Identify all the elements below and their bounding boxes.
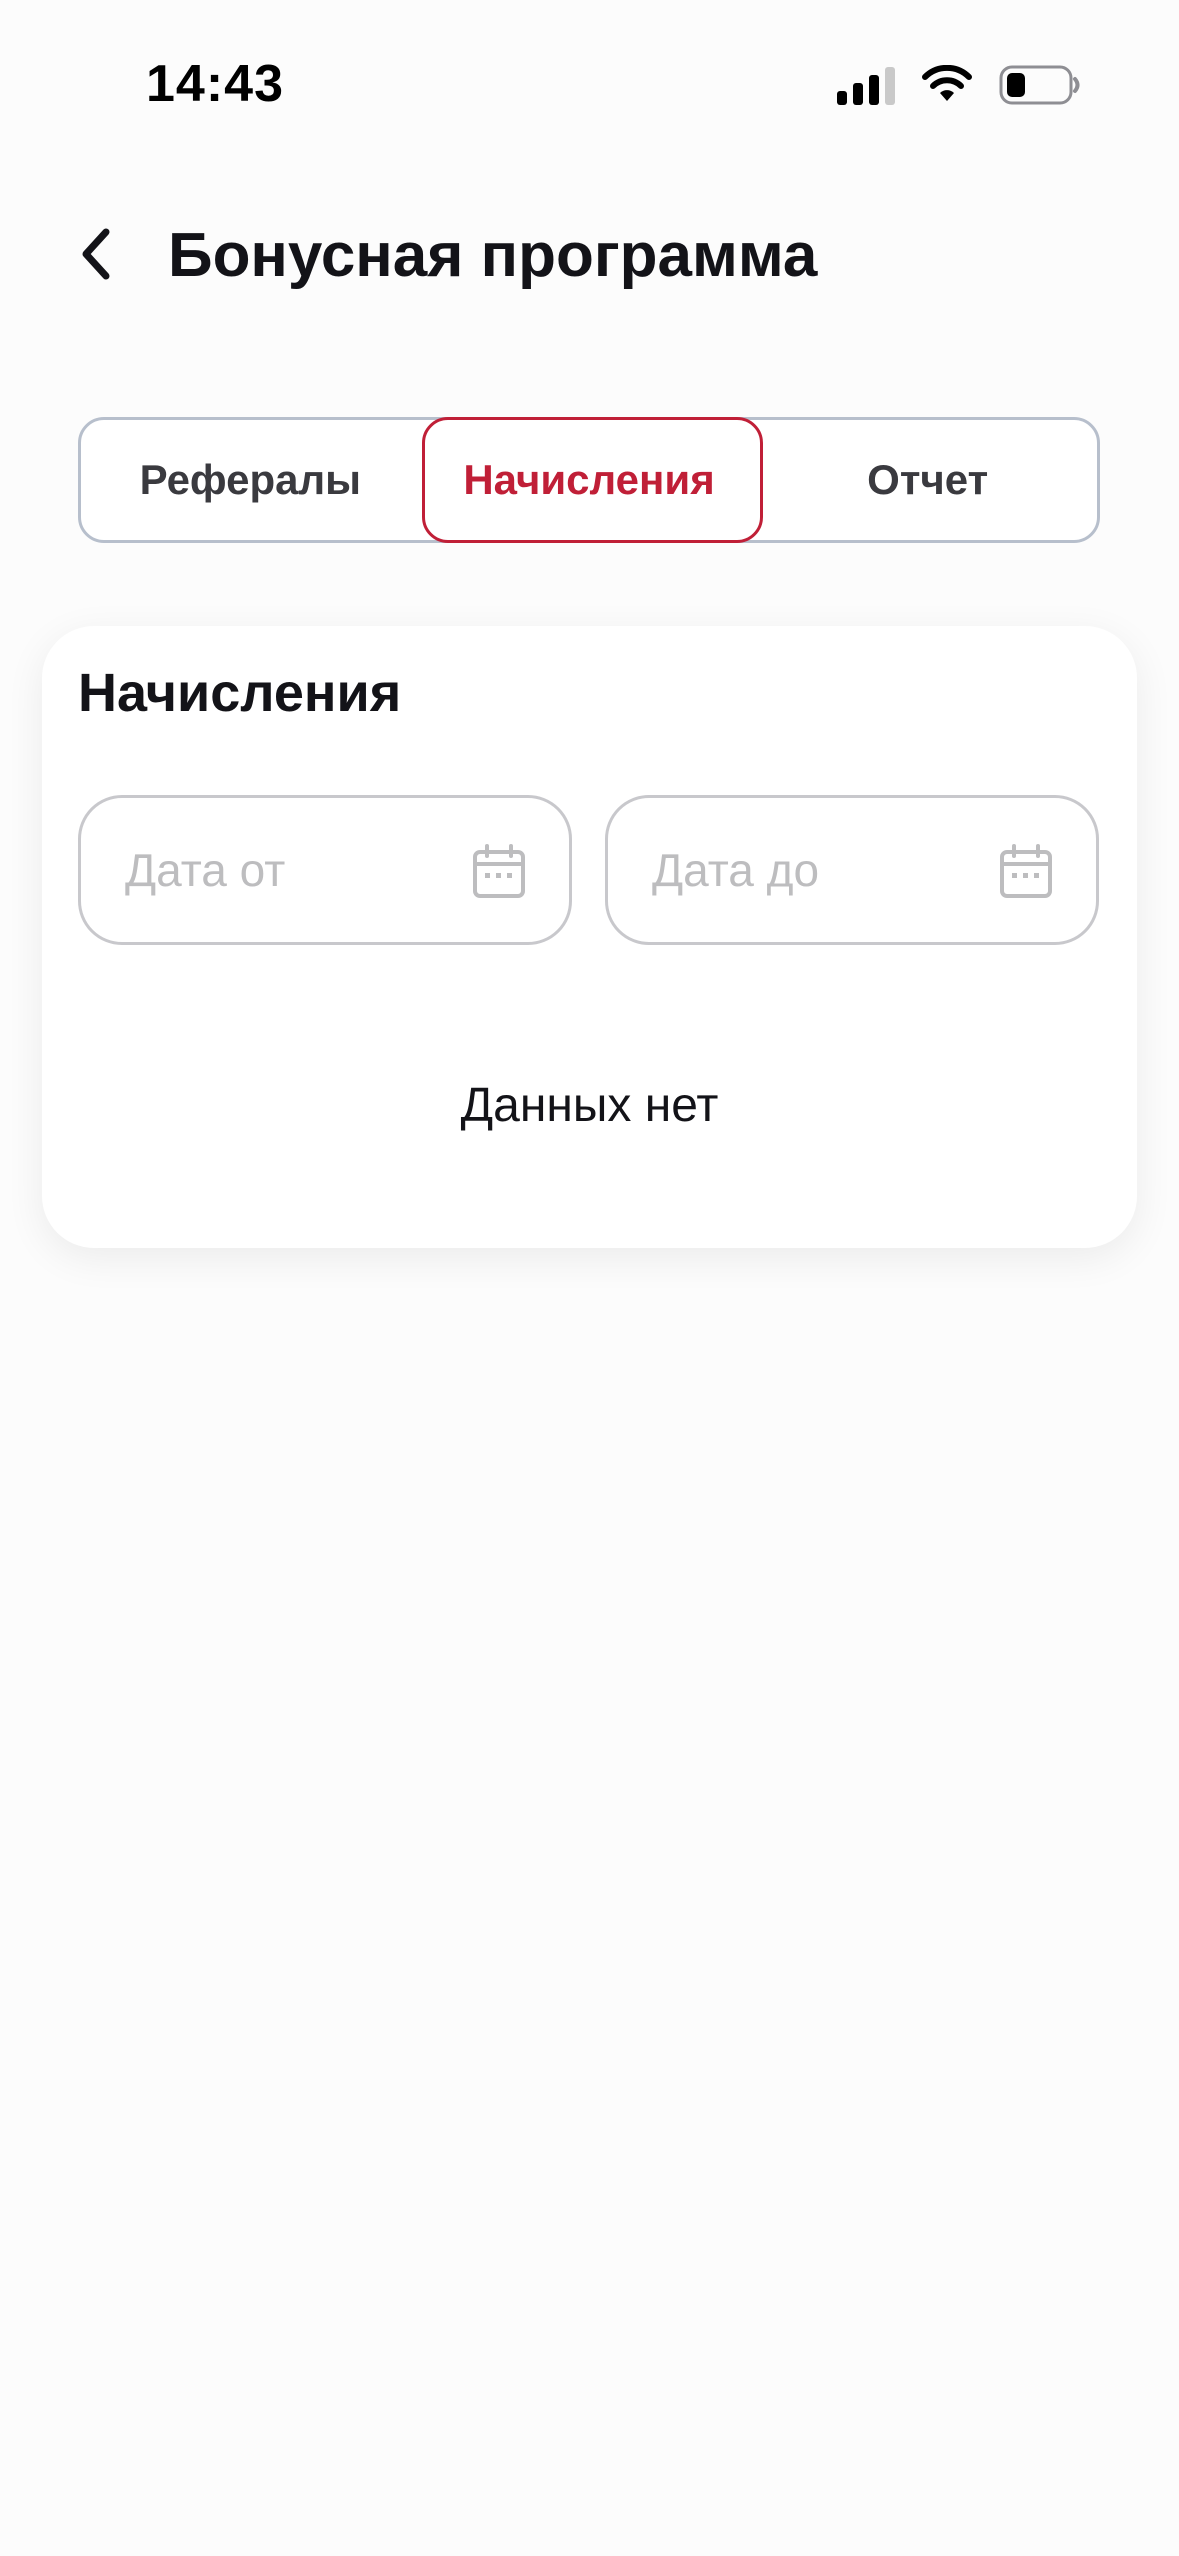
status-bar: 14:43 xyxy=(0,0,1179,160)
screen: 14:43 Бонусная программа Рефералы Начисл… xyxy=(0,0,1179,2556)
segmented-tabs: Рефералы Начисления Отчет xyxy=(78,417,1100,543)
status-icons xyxy=(837,64,1081,106)
tab-referrals[interactable]: Рефералы xyxy=(81,420,420,540)
accruals-card: Начисления Дата от Дата до Данных нет xyxy=(42,626,1137,1248)
date-to-field[interactable]: Дата до xyxy=(605,795,1099,945)
tab-report[interactable]: Отчет xyxy=(758,420,1097,540)
date-from-placeholder: Дата от xyxy=(125,844,286,896)
wifi-icon xyxy=(922,65,972,101)
date-to-placeholder: Дата до xyxy=(652,844,820,896)
signal-icon xyxy=(837,65,895,105)
card-title: Начисления xyxy=(78,663,402,723)
header: Бонусная программа xyxy=(0,210,1179,300)
page-title: Бонусная программа xyxy=(168,221,818,290)
battery-icon xyxy=(999,65,1080,105)
calendar-icon xyxy=(1000,844,1052,898)
empty-state-message: Данных нет xyxy=(460,1079,719,1132)
back-button[interactable] xyxy=(64,222,128,286)
chevron-left-icon xyxy=(82,228,110,280)
calendar-icon xyxy=(473,844,525,898)
status-time: 14:43 xyxy=(146,55,284,113)
tab-accruals[interactable]: Начисления xyxy=(420,420,759,540)
date-from-field[interactable]: Дата от xyxy=(78,795,572,945)
